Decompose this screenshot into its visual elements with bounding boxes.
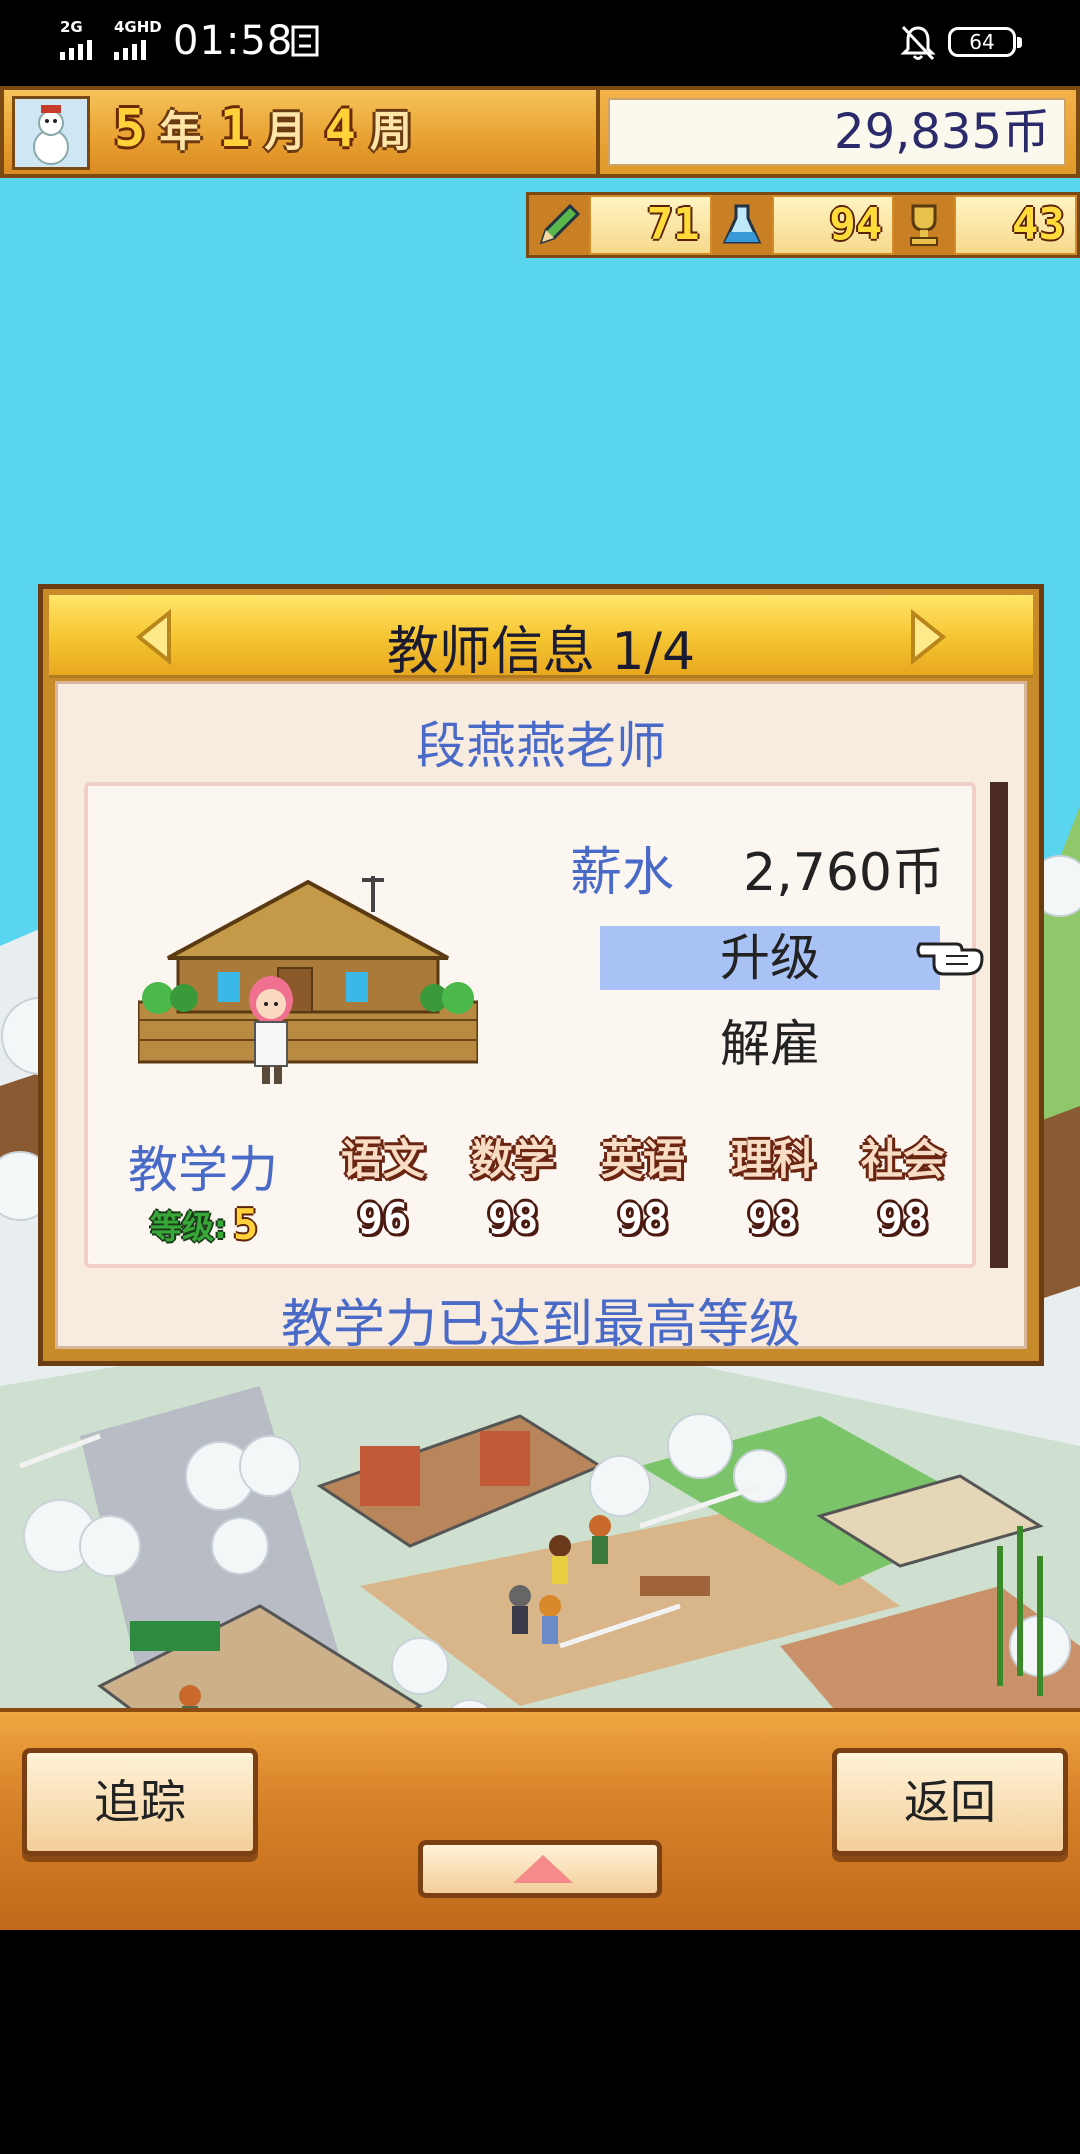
subject-social-label: 社会 <box>860 1135 945 1184</box>
subject-english-label: 英语 <box>600 1135 685 1184</box>
teacher-info-dialog: 教师信息 1/4 段燕燕老师 薪水 2,760币 升级 解雇 教学力 等级: 5… <box>38 584 1044 1366</box>
subject-science-label: 理科 <box>730 1135 815 1184</box>
year-unit: 年 <box>159 107 202 156</box>
signal-icon: 2G 4GHD <box>60 18 170 62</box>
subject-math-value: 98 <box>487 1194 539 1243</box>
teacher-detail-panel: 薪水 2,760币 升级 解雇 教学力 等级: 5 语文 96 数学 98 英语… <box>84 782 984 1268</box>
subject-social-value: 98 <box>877 1194 929 1243</box>
fire-button[interactable]: 解雇 <box>600 1012 940 1076</box>
date-panel: 5 年 1 月 4 周 <box>0 86 600 178</box>
money-value: 29,835币 <box>608 98 1066 166</box>
dialog-body: 段燕燕老师 薪水 2,760币 升级 解雇 教学力 等级: 5 语文 96 数学… <box>55 681 1027 1355</box>
year-value: 5 <box>114 98 146 159</box>
subject-chinese-value: 96 <box>357 1194 409 1243</box>
snowman-season-icon <box>12 96 90 170</box>
money-panel: 29,835币 <box>596 86 1080 178</box>
back-button[interactable]: 返回 <box>832 1748 1068 1856</box>
bottom-bar: 追踪 返回 <box>0 1708 1080 1930</box>
stat-pencil-value: 71 <box>591 197 710 253</box>
week-unit: 周 <box>369 107 412 156</box>
dialog-title: 教师信息 1/4 <box>386 622 696 682</box>
expand-menu-button[interactable] <box>418 1840 662 1898</box>
teaching-power-label: 教学力 <box>128 1141 278 1199</box>
flask-icon <box>711 195 772 255</box>
teacher-house-illustration <box>138 876 478 1084</box>
level-row: 等级: 5 <box>150 1200 258 1249</box>
level-label: 等级: <box>150 1207 227 1246</box>
trophy-icon <box>894 195 955 255</box>
subject-english-value: 98 <box>617 1194 669 1243</box>
status-bar: 2G 4GHD 01:58 64 <box>0 0 1080 86</box>
level-value: 5 <box>232 1200 259 1249</box>
subject-science-value: 98 <box>747 1194 799 1243</box>
subject-math-label: 数学 <box>470 1135 555 1184</box>
network-label-1: 2G <box>60 18 83 36</box>
dialog-header: 教师信息 1/4 <box>49 595 1033 682</box>
network-label-2: 4GHD <box>114 18 162 36</box>
subject-chinese-label: 语文 <box>340 1135 425 1184</box>
max-level-note: 教学力已达到最高等级 <box>280 1295 801 1355</box>
salary-value: 2,760币 <box>743 843 944 903</box>
pencil-icon <box>529 195 589 255</box>
week-value: 4 <box>324 98 356 159</box>
school-stats-bar: 71 94 43 <box>526 192 1080 258</box>
pointing-hand-icon <box>916 942 984 976</box>
stat-flask-value: 94 <box>773 197 893 253</box>
dialog-scrollbar[interactable] <box>990 782 1008 1268</box>
stat-trophy-value: 43 <box>956 197 1076 253</box>
month-unit: 月 <box>264 107 307 156</box>
up-arrow-icon <box>513 1855 573 1883</box>
battery-icon: 64 <box>948 27 1022 57</box>
sync-icon <box>291 25 319 57</box>
track-button[interactable]: 追踪 <box>22 1748 258 1856</box>
mute-bell-icon <box>900 25 936 61</box>
salary-label: 薪水 <box>570 843 675 903</box>
clock: 01:58 <box>173 18 294 64</box>
teacher-name: 段燕燕老师 <box>416 717 666 775</box>
upgrade-button[interactable]: 升级 <box>600 926 940 990</box>
month-value: 1 <box>219 98 251 159</box>
next-arrow-icon[interactable] <box>903 607 953 667</box>
